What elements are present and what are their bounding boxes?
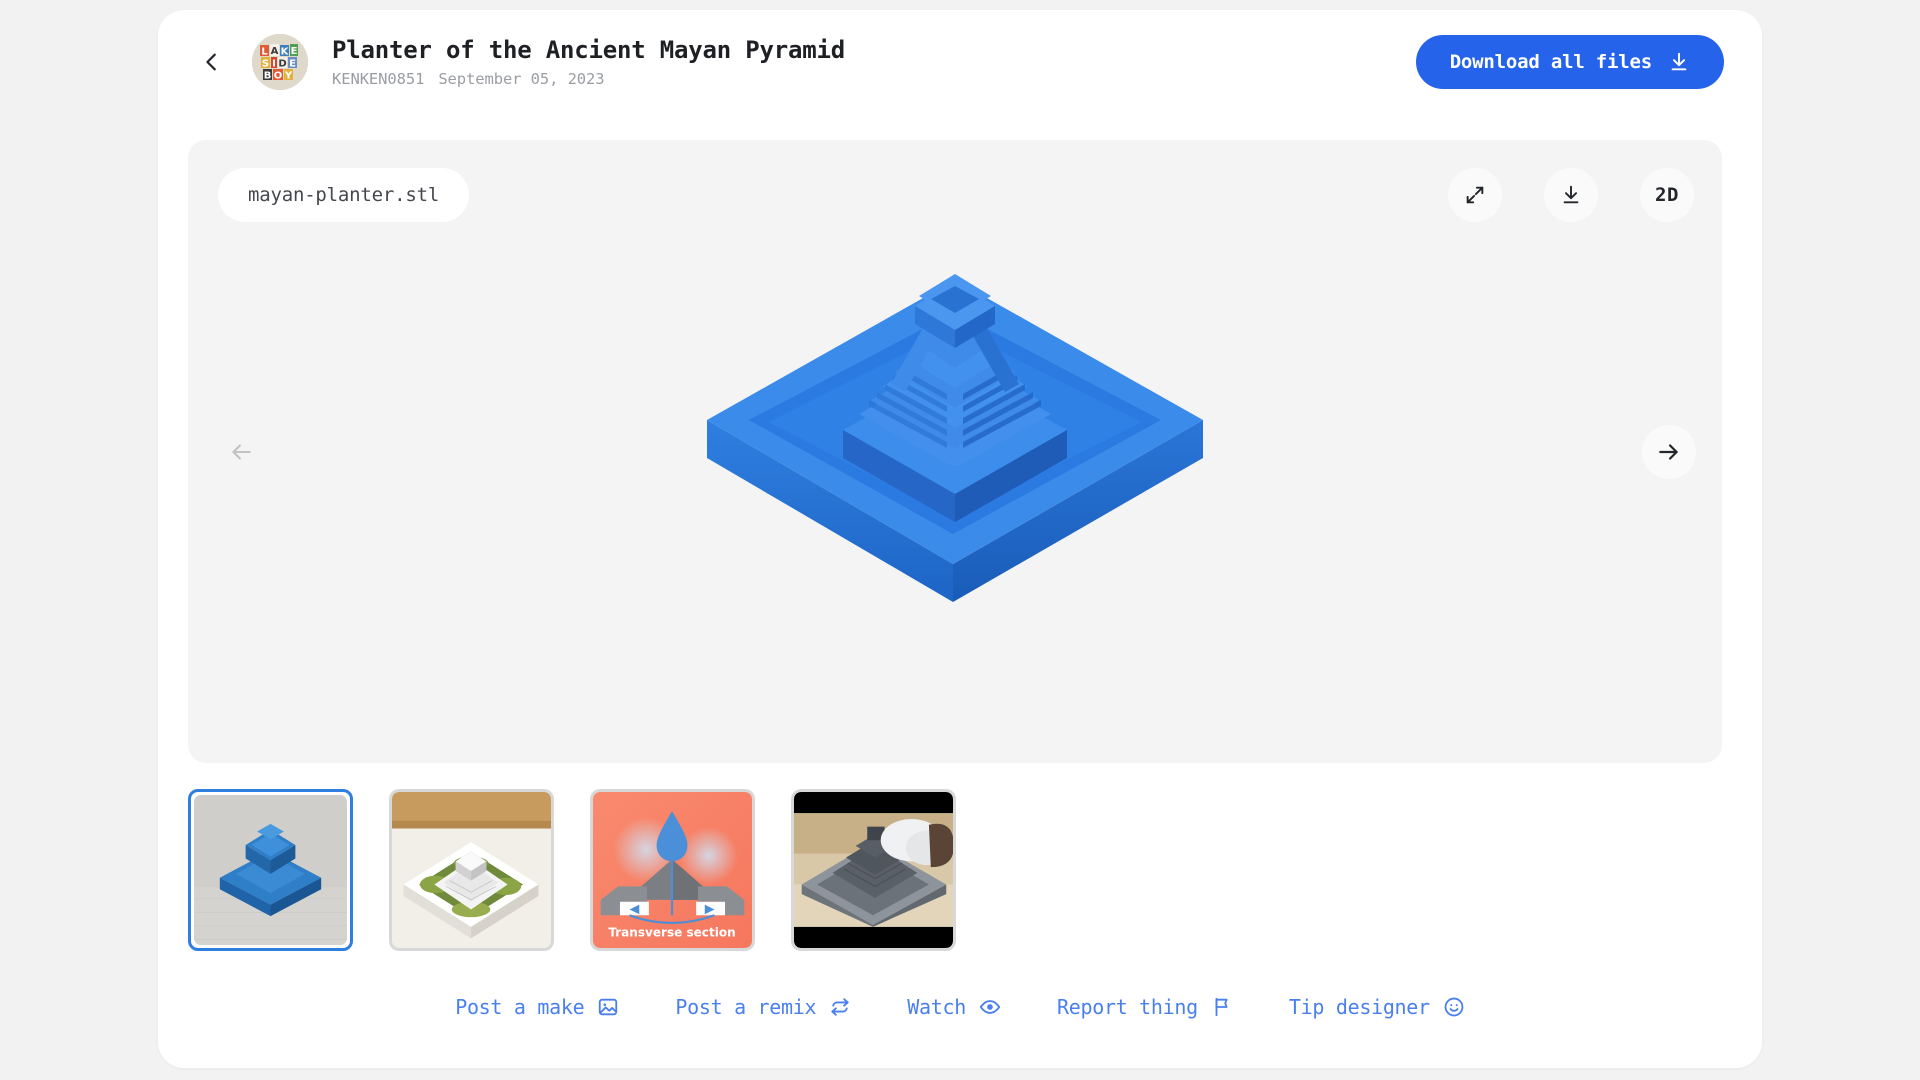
file-name-chip[interactable]: mayan-planter.stl: [218, 168, 470, 222]
svg-text:L: L: [261, 47, 268, 58]
svg-text:E: E: [291, 46, 298, 57]
toggle-2d-button[interactable]: 2D: [1640, 168, 1694, 222]
report-thing-label: Report thing: [1056, 995, 1198, 1019]
author-name[interactable]: KENKEN0851: [332, 70, 424, 88]
publish-date: September 05, 2023: [438, 70, 605, 88]
blue-3d-model: [707, 273, 1203, 602]
download-icon: [1668, 51, 1690, 73]
arrow-right-icon: [1656, 439, 1682, 465]
download-icon: [1560, 184, 1582, 206]
svg-text:A: A: [271, 46, 279, 57]
avatar[interactable]: L A K E S I D E B O Y: [252, 34, 308, 90]
arrow-left-icon: [228, 439, 254, 465]
meta-row: KENKEN0851 September 05, 2023: [332, 70, 845, 88]
watch-label: Watch: [907, 995, 966, 1019]
svg-text:I: I: [272, 59, 276, 70]
svg-text:K: K: [281, 47, 290, 58]
svg-text:D: D: [278, 59, 286, 70]
tip-designer-label: Tip designer: [1288, 995, 1430, 1019]
viewer-toolbar: 2D: [1448, 168, 1694, 222]
thumbnail-strip: Transverse section: [188, 789, 956, 951]
svg-text:E: E: [289, 59, 296, 70]
expand-arrows-icon: [1464, 184, 1486, 206]
post-a-remix-label: Post a remix: [675, 995, 817, 1019]
refresh-icon: [829, 996, 851, 1018]
model-stage: [188, 140, 1722, 763]
action-links: Post a make Post a remix Watch Report th…: [158, 995, 1762, 1019]
thumbnail-1-image: [194, 795, 347, 945]
post-a-remix-link[interactable]: Post a remix: [675, 995, 851, 1019]
thumbnail-4-image: [794, 792, 953, 948]
smiley-icon: [1443, 996, 1465, 1018]
download-all-files-button[interactable]: Download all files: [1415, 35, 1724, 89]
thing-detail-card: L A K E S I D E B O Y Planter of the Anc…: [158, 10, 1762, 1068]
svg-text:O: O: [274, 71, 283, 82]
model-viewer[interactable]: mayan-planter.stl 2D: [188, 140, 1722, 763]
back-button[interactable]: [190, 40, 234, 84]
thumbnail-3[interactable]: Transverse section: [590, 789, 755, 951]
next-image-button[interactable]: [1642, 424, 1696, 479]
download-model-button[interactable]: [1544, 168, 1598, 222]
watch-link[interactable]: Watch: [907, 995, 1001, 1019]
eye-icon: [979, 996, 1001, 1018]
thumbnail-2[interactable]: [389, 789, 554, 951]
svg-text:S: S: [262, 59, 269, 70]
download-all-label: Download all files: [1449, 51, 1653, 73]
svg-text:B: B: [264, 71, 272, 82]
page-title: Planter of the Ancient Mayan Pyramid: [332, 36, 845, 64]
thumbnail-4[interactable]: [791, 789, 956, 951]
title-block: Planter of the Ancient Mayan Pyramid KEN…: [332, 36, 845, 88]
post-a-make-label: Post a make: [455, 995, 585, 1019]
flag-icon: [1211, 996, 1233, 1018]
svg-text:Transverse section: Transverse section: [608, 925, 735, 939]
tip-designer-link[interactable]: Tip designer: [1289, 995, 1465, 1019]
chevron-left-icon: [201, 51, 223, 73]
post-a-make-link[interactable]: Post a make: [455, 995, 619, 1019]
toggle-2d-label: 2D: [1655, 184, 1679, 206]
thumbnail-3-image: Transverse section: [593, 792, 752, 948]
thumbnail-2-image: [392, 792, 551, 948]
svg-text:Y: Y: [284, 71, 293, 82]
image-icon: [597, 996, 619, 1018]
thumbnail-1[interactable]: [188, 789, 353, 951]
previous-image-button[interactable]: [214, 425, 268, 479]
page-header: L A K E S I D E B O Y Planter of the Anc…: [158, 10, 1762, 114]
fullscreen-button[interactable]: [1448, 168, 1502, 222]
report-thing-link[interactable]: Report thing: [1057, 995, 1233, 1019]
